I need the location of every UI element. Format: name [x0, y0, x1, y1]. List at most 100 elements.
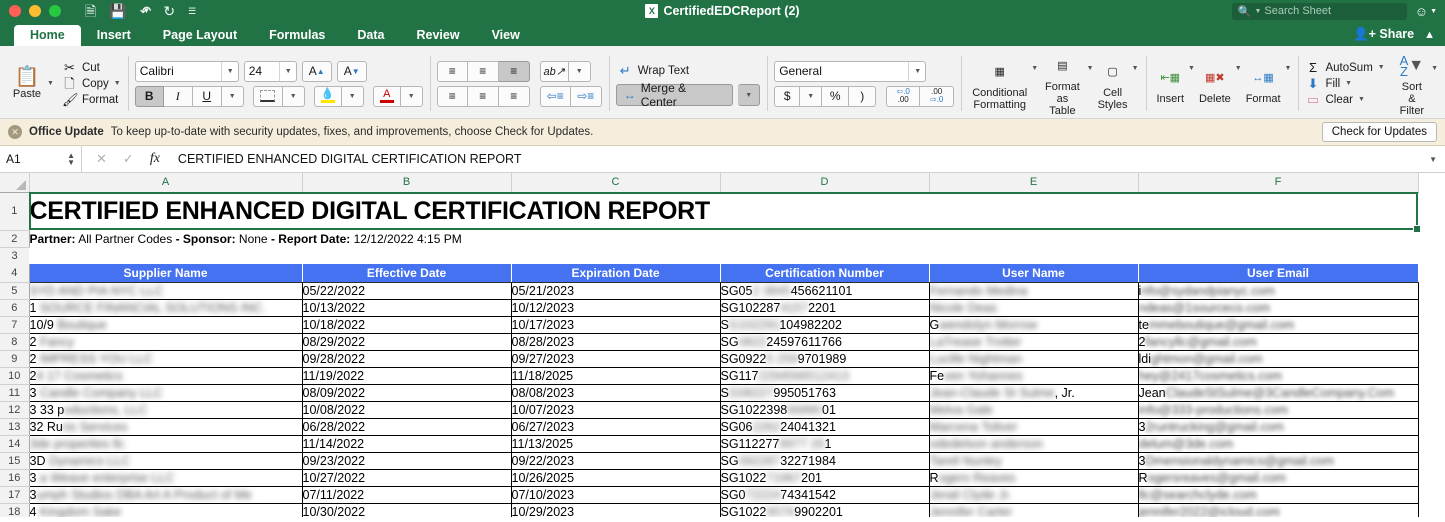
cell-certification-number[interactable]: SG06226224041321	[720, 418, 930, 436]
paste-dropdown-icon[interactable]: ▼	[47, 80, 54, 87]
chevron-down-icon[interactable]: ▼	[1429, 155, 1445, 164]
cell-supplier-name[interactable]: 2 Fancy	[29, 333, 303, 351]
row-header-7[interactable]: 7	[0, 316, 30, 334]
underline-dropdown-icon[interactable]: ▼	[221, 85, 244, 107]
row-header-15[interactable]: 15	[0, 452, 30, 470]
currency-format-button[interactable]: $	[774, 85, 801, 107]
insert-cells-button[interactable]: ⇤▦ Insert	[1153, 63, 1189, 105]
cell-supplier-name[interactable]: 3umph Studios DBA Art A Product of Me	[29, 486, 303, 504]
cell-certification-number[interactable]: SG102271967201	[720, 469, 930, 487]
column-title-5[interactable]: User Email	[1138, 264, 1419, 283]
cell-user-name[interactable]: Nicole Deas	[929, 299, 1139, 317]
bold-button[interactable]: B	[134, 85, 164, 107]
select-all-corner[interactable]	[0, 173, 30, 193]
row-header-4[interactable]: 4	[0, 264, 30, 283]
cell-user-name[interactable]: Tarell Nunley	[929, 452, 1139, 470]
check-for-updates-button[interactable]: Check for Updates	[1321, 122, 1437, 142]
cell-effective-date[interactable]: 10/18/2022	[302, 316, 512, 334]
font-size-select[interactable]: 24 ▼	[243, 60, 297, 82]
currency-dropdown-icon[interactable]: ▼	[800, 85, 823, 107]
conditional-dropdown-icon[interactable]: ▼	[1031, 65, 1038, 72]
column-header-b[interactable]: B	[302, 173, 512, 193]
customize-icon[interactable]: ☰	[188, 6, 196, 16]
cell-supplier-name[interactable]: 1 SOURCE FINANCIAL SOLUTIONS INC.	[29, 299, 303, 317]
merge-center-button[interactable]: ↔ Merge & Center	[615, 81, 734, 109]
cancel-icon[interactable]: ✕	[96, 151, 107, 167]
format-cells-dropdown-icon[interactable]: ▼	[1285, 65, 1292, 72]
cell-user-name[interactable]: Rogers Reaves	[929, 469, 1139, 487]
cell-user-name[interactable]: Jean-Claude St Sulme, Jr.	[929, 384, 1139, 402]
tab-home[interactable]: Home	[14, 25, 81, 46]
cell-effective-date[interactable]: 11/19/2022	[302, 367, 512, 385]
merge-dropdown-icon[interactable]: ▼	[738, 84, 761, 106]
align-center-button[interactable]: ≡	[467, 85, 499, 107]
orientation-dropdown-icon[interactable]: ▼	[568, 60, 591, 82]
align-bottom-button[interactable]: ≡	[498, 60, 530, 82]
formula-input[interactable]: CERTIFIED ENHANCED DIGITAL CERTIFICATION…	[174, 152, 1429, 166]
cell-certification-number[interactable]: SG07222474341542	[720, 486, 930, 504]
underline-button[interactable]: U	[192, 85, 222, 107]
tab-insert[interactable]: Insert	[81, 25, 147, 46]
sort-filter-dropdown-icon[interactable]: ▼	[1431, 65, 1438, 72]
cell-effective-date[interactable]: 10/30/2022	[302, 503, 512, 517]
cell-expiration-date[interactable]: 09/27/2023	[511, 350, 721, 368]
fx-icon[interactable]: fx	[150, 151, 160, 167]
font-family-select[interactable]: Calibri ▼	[134, 60, 239, 82]
save-icon[interactable]: 💾	[109, 4, 126, 18]
cell-supplier-name[interactable]: SYD AND PIA NYC LLC	[29, 282, 303, 300]
column-title-3[interactable]: Certification Number	[720, 264, 930, 283]
column-title-1[interactable]: Effective Date	[302, 264, 512, 283]
cell-user-email[interactable]: Rogersreaves@gmail.com	[1138, 469, 1419, 487]
cell-user-name[interactable]: Jerail Clyde Jr.	[929, 486, 1139, 504]
cell-styles-button[interactable]: ▢ Cell Styles	[1094, 57, 1132, 111]
accept-icon[interactable]: ✓	[123, 151, 134, 167]
row-header-9[interactable]: 9	[0, 350, 30, 368]
minimize-window-button[interactable]	[29, 5, 41, 17]
cell-effective-date[interactable]: 06/28/2022	[302, 418, 512, 436]
insert-dropdown-icon[interactable]: ▼	[1188, 65, 1195, 72]
cell-effective-date[interactable]: 08/29/2022	[302, 333, 512, 351]
format-painter-button[interactable]: 🖌 Format	[62, 93, 121, 106]
cell-user-name[interactable]: Feven Yohannes	[929, 367, 1139, 385]
row-header-5[interactable]: 5	[0, 282, 30, 300]
cell-supplier-name[interactable]: 4 Kingdom Sake	[29, 503, 303, 517]
tab-data[interactable]: Data	[341, 25, 400, 46]
spreadsheet-grid[interactable]: A B C D E F 1 CERTIFIED ENHANCED DIGITAL CERTIF…	[0, 173, 1445, 517]
increase-indent-button[interactable]: ⇨≡	[570, 85, 602, 107]
increase-decimal-button[interactable]: ⇦.0.00	[886, 85, 921, 107]
delete-cells-button[interactable]: ▦✖ Delete	[1195, 63, 1235, 105]
cell-expiration-date[interactable]: 09/22/2023	[511, 452, 721, 470]
column-header-f[interactable]: F	[1138, 173, 1419, 193]
cell-user-email[interactable]: 32runtrucking@gmail.com	[1138, 418, 1419, 436]
cell-certification-number[interactable]: SG10223986688001	[720, 401, 930, 419]
cell-user-email[interactable]: JeanClaudeStSulme@3CandleCompany.Com	[1138, 384, 1419, 402]
copy-button[interactable]: 🗋 Copy ▼	[62, 77, 121, 90]
cell-certification-number[interactable]: SG08227995051763	[720, 384, 930, 402]
align-top-button[interactable]: ≡	[436, 60, 468, 82]
cell-effective-date[interactable]: 10/13/2022	[302, 299, 512, 317]
cell-user-email[interactable]: info@333-productions.com	[1138, 401, 1419, 419]
cell-user-email[interactable]: 2fancyllc@gmail.com	[1138, 333, 1419, 351]
share-button[interactable]: 👤+ Share	[1353, 27, 1414, 42]
chevron-up-icon[interactable]: ▲	[1424, 29, 1435, 41]
cell-supplier-name[interactable]: 3 33 poductions, LLC	[29, 401, 303, 419]
cell-certification-number[interactable]: SG102291104982202	[720, 316, 930, 334]
conditional-formatting-button[interactable]: ▦ Conditional Formatting	[968, 57, 1031, 111]
clear-dropdown-icon[interactable]: ▼	[1358, 96, 1365, 103]
fill-button[interactable]: ⬇ Fill ▼	[1305, 77, 1384, 90]
sort-filter-button[interactable]: A Z ▼ Sort & Filter	[1393, 51, 1431, 117]
number-format-select[interactable]: General ▼	[774, 60, 927, 82]
column-title-4[interactable]: User Name	[929, 264, 1139, 283]
cell-certification-number[interactable]: SG1122779977 261	[720, 435, 930, 453]
borders-button[interactable]	[252, 85, 283, 107]
row-header-8[interactable]: 8	[0, 333, 30, 351]
delete-dropdown-icon[interactable]: ▼	[1235, 65, 1242, 72]
tab-formulas[interactable]: Formulas	[253, 25, 341, 46]
row-header-11[interactable]: 11	[0, 384, 30, 402]
cell-effective-date[interactable]: 07/11/2022	[302, 486, 512, 504]
column-title-2[interactable]: Expiration Date	[511, 264, 721, 283]
cell-certification-number[interactable]: SG052 3845456621101	[720, 282, 930, 300]
cell-certification-number[interactable]: SG1172294566512413	[720, 367, 930, 385]
autosum-button[interactable]: Σ AutoSum ▼	[1305, 61, 1385, 74]
smiley-icon[interactable]: ☺ ▼	[1415, 4, 1437, 19]
